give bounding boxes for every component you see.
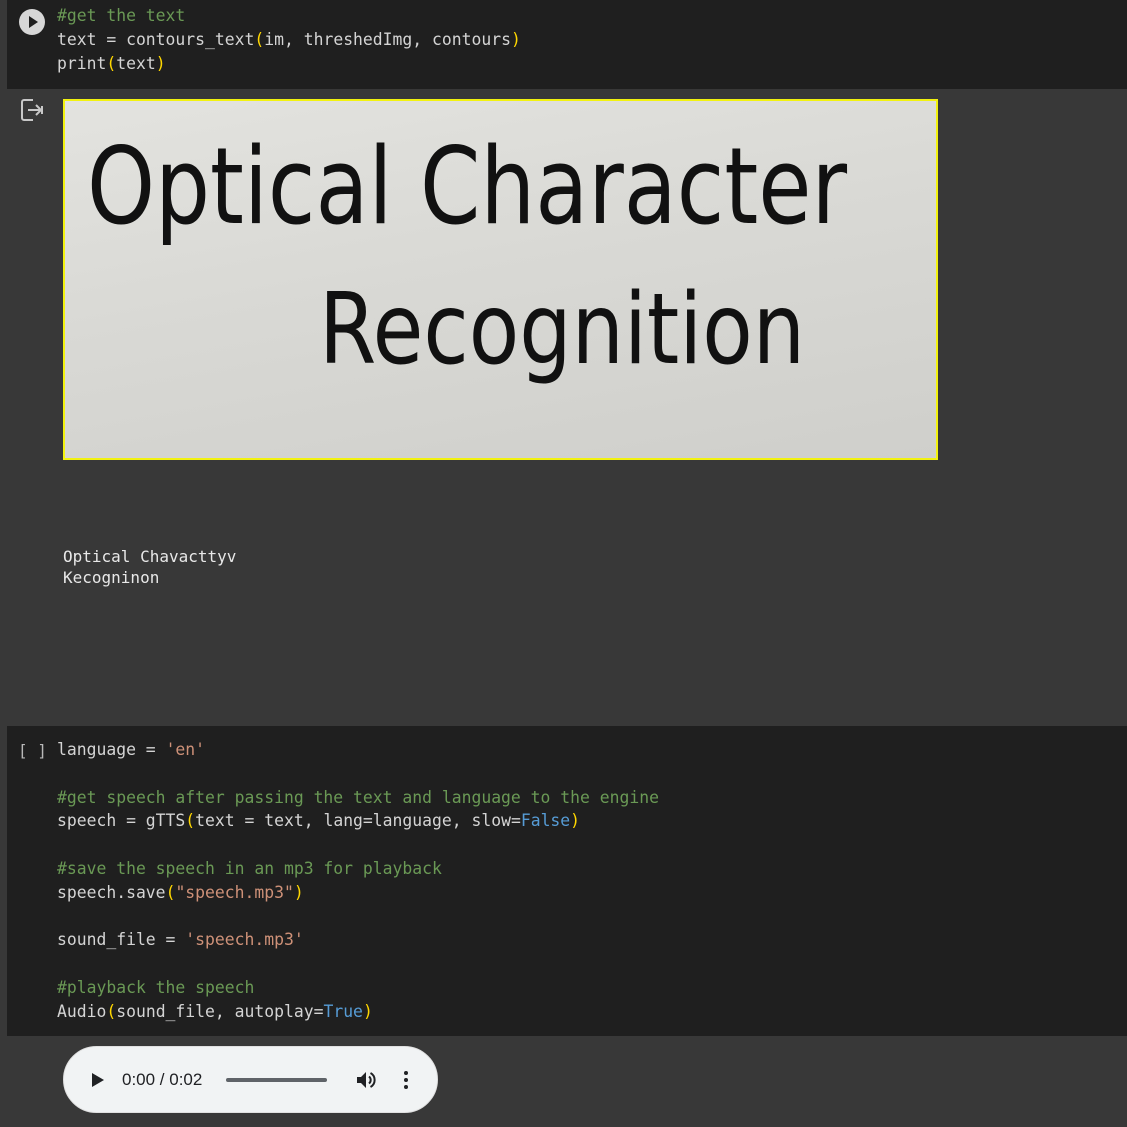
ocr-input-image: Optical Character Recognition (63, 99, 938, 460)
code-token: ) (155, 54, 166, 73)
code-token: sound_file = (57, 930, 186, 950)
code-line: speech = gTTS(text = text, lang=language… (57, 809, 580, 833)
more-vert-icon[interactable] (394, 1068, 418, 1092)
code-token: 'en' (165, 740, 206, 759)
code-line: #get speech after passing the text and l… (57, 786, 659, 810)
play-circle-icon (29, 16, 38, 28)
code-token: ) (293, 882, 304, 902)
code-line: print(text) (57, 52, 166, 76)
ocr-output-text: Optical Chavacttyv Kecogninon (63, 546, 236, 588)
code-line: #playback the speech (57, 976, 254, 1000)
code-line: text = contours_text(im, threshedImg, co… (57, 28, 521, 52)
code-token: ( (254, 30, 265, 49)
code-token: speech = gTTS (57, 811, 186, 831)
code-line: Audio(sound_file, autoplay=True) (57, 1000, 373, 1024)
code-token: im, threshedImg, contours (264, 30, 511, 49)
ocr-output-line-2: Kecogninon (63, 568, 160, 587)
code-line: sound_file = 'speech.mp3' (57, 928, 304, 952)
code-token: text = text, lang=language, slow= (195, 811, 521, 831)
code-token: ( (165, 882, 176, 902)
code-token: ) (570, 811, 581, 831)
code-token: speech.save (57, 882, 166, 902)
ocr-output-line-1: Optical Chavacttyv (63, 547, 237, 566)
code-token: #playback the speech (57, 978, 255, 997)
code-token: True (323, 1001, 363, 1021)
code-line: speech.save("speech.mp3") (57, 881, 304, 905)
volume-icon[interactable] (354, 1068, 378, 1092)
code-token: "speech.mp3" (175, 882, 294, 902)
code-line: #get the text (57, 4, 185, 28)
output-exit-icon[interactable] (19, 97, 45, 123)
image-handwritten-line-2: Recognition (319, 273, 805, 387)
code-token: #get the text (57, 6, 186, 25)
code-token: False (520, 811, 571, 831)
code-token: ) (362, 1001, 373, 1021)
code-token: ( (106, 1001, 117, 1021)
code-token: #get speech after passing the text and l… (57, 787, 659, 807)
code-token: ( (185, 811, 196, 831)
code-line: #save the speech in an mp3 for playback (57, 857, 442, 881)
code-token: ) (510, 30, 521, 49)
audio-player[interactable]: 0:00 / 0:02 (63, 1046, 438, 1113)
play-icon[interactable] (88, 1069, 108, 1091)
code-token: Audio (57, 1001, 107, 1021)
cell-execution-count[interactable]: [ ] (18, 739, 47, 763)
code-token: #save the speech in an mp3 for playback (57, 859, 442, 878)
audio-time-display: 0:00 / 0:02 (122, 1070, 203, 1089)
code-token: print (57, 54, 107, 73)
audio-progress-slider[interactable] (226, 1078, 327, 1082)
code-token: text = contours_text (57, 30, 255, 49)
code-token: sound_file, autoplay= (116, 1001, 324, 1021)
code-token: language = (57, 740, 166, 759)
code-token: 'speech.mp3' (185, 930, 304, 950)
code-token: ( (106, 54, 117, 73)
image-handwritten-line-1: Optical Character (87, 125, 847, 248)
code-line: language = 'en' (57, 738, 205, 762)
run-cell-button[interactable] (19, 9, 45, 35)
code-token: text (116, 54, 156, 73)
